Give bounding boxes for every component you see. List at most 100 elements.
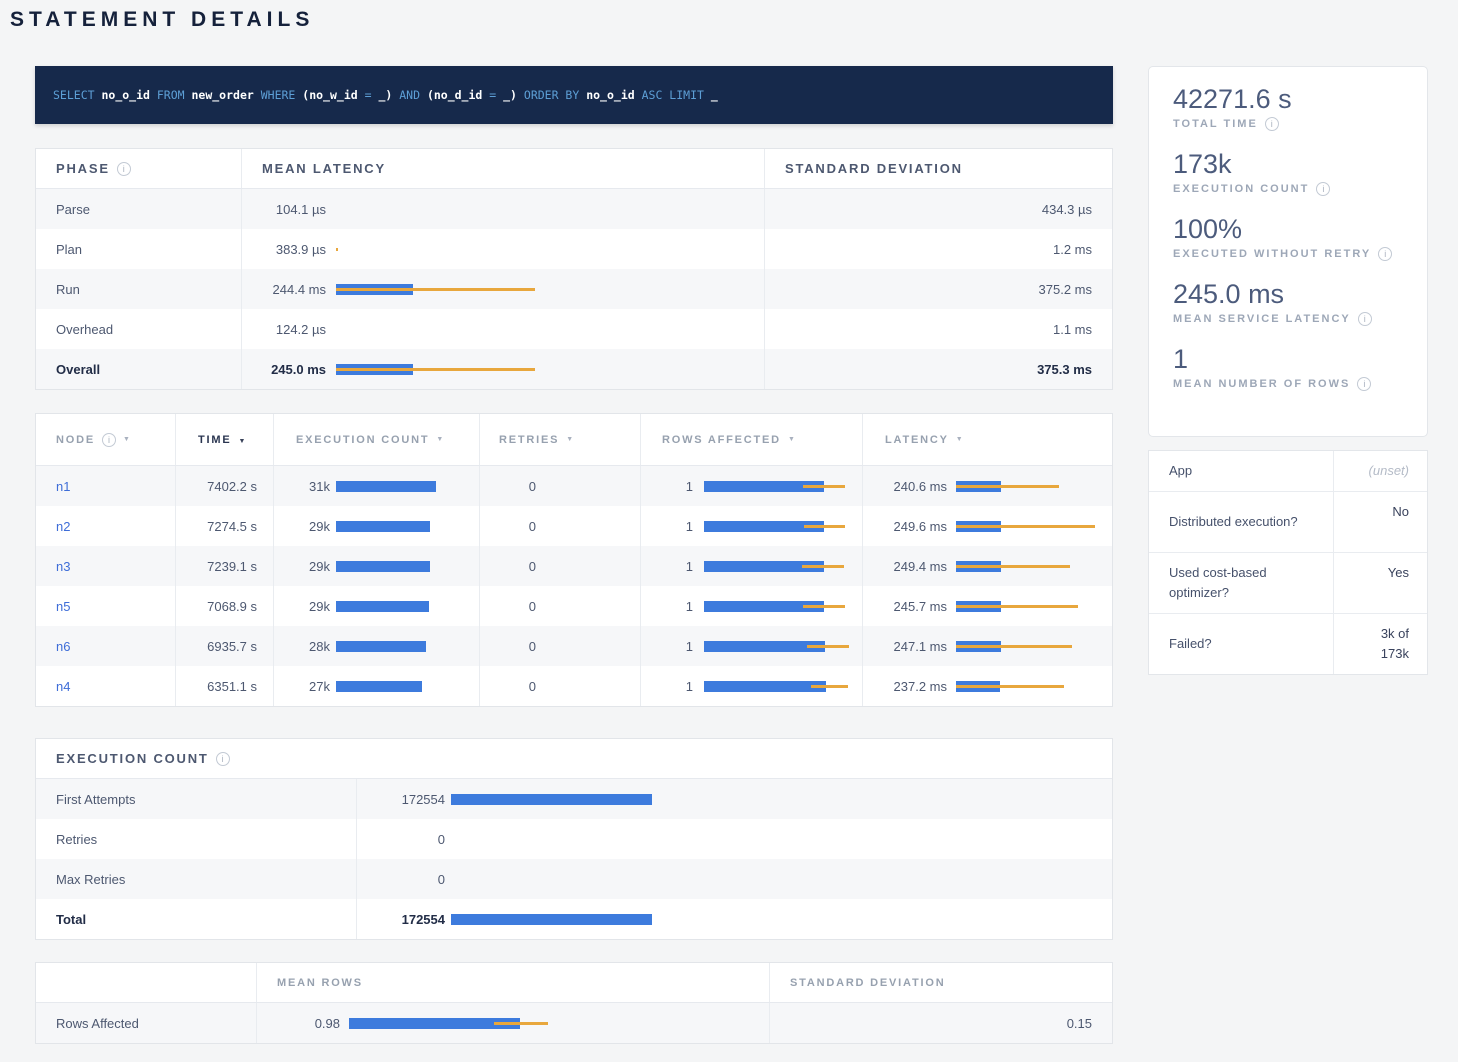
time-value: 6351.1 s (207, 679, 257, 694)
time-value: 7402.2 s (207, 479, 257, 494)
attribute-value: No (1392, 502, 1409, 522)
rows-affected-bar (704, 601, 862, 612)
exec-row-value: 172554 (357, 792, 445, 807)
node-header-cell[interactable]: NODE i ▼ (36, 414, 175, 465)
retries-value: 0 (480, 559, 536, 574)
info-icon[interactable]: i (117, 162, 131, 176)
attribute-row: App (unset) (1149, 451, 1427, 491)
latency-bar (956, 641, 1112, 652)
stat-mean-service-latency: 245.0 ms MEAN SERVICE LATENCYi (1173, 278, 1403, 326)
info-icon[interactable]: i (102, 433, 116, 447)
exec-row-value: 0 (357, 832, 445, 847)
execution-count-header-cell[interactable]: EXECUTION COUNT▼ (273, 414, 479, 465)
sql-identifier: new_order (191, 88, 260, 102)
node-header-label: NODE (36, 434, 95, 446)
node-link[interactable]: n3 (36, 559, 70, 574)
latency-header-cell[interactable]: LATENCY▼ (862, 414, 1112, 465)
node-link[interactable]: n1 (36, 479, 70, 494)
execution-count-bar (336, 481, 479, 492)
rows-affected-value: 1 (641, 679, 693, 694)
summary-stats-card: 42271.6 s TOTAL TIMEi 173k EXECUTION COU… (1148, 66, 1428, 437)
stat-total-time: 42271.6 s TOTAL TIMEi (1173, 83, 1403, 131)
stat-value: 1 (1173, 343, 1403, 375)
table-row: First Attempts 172554 (36, 779, 1112, 819)
exec-row-label: Max Retries (36, 872, 125, 887)
sql-statement-box: SELECT no_o_id FROM new_order WHERE (no_… (35, 66, 1113, 124)
attribute-value: 3k of 173k (1359, 624, 1409, 663)
sql-identifier: (no_d_id (427, 88, 489, 102)
execution-count-bar (336, 681, 479, 692)
execution-count-value: 29k (274, 559, 330, 574)
rows-affected-bar (704, 521, 862, 532)
node-link[interactable]: n5 (36, 599, 70, 614)
latency-bar (336, 204, 764, 215)
table-row: Overhead 124.2 µs 1.1 ms (36, 309, 1112, 349)
attribute-row: Used cost-based optimizer? Yes (1149, 552, 1427, 613)
sql-keyword: LIMIT (669, 88, 711, 102)
rows-affected-header-cell[interactable]: ROWS AFFECTED▼ (640, 414, 862, 465)
execution-count-title: EXECUTION COUNT (36, 751, 209, 766)
sort-arrow-icon: ▼ (436, 436, 443, 443)
rows-affected-header-label: ROWS AFFECTED (641, 434, 781, 446)
table-row: Run 244.4 ms 375.2 ms (36, 269, 1112, 309)
latency-value: 237.2 ms (863, 679, 947, 694)
retries-value: 0 (480, 639, 536, 654)
attribute-label: Used cost-based optimizer? (1149, 553, 1333, 613)
time-value: 7274.5 s (207, 519, 257, 534)
table-row: n3 7239.1 s 29k 0 1 249.4 ms (36, 546, 1112, 586)
info-icon[interactable]: i (1265, 117, 1279, 131)
time-value: 7239.1 s (207, 559, 257, 574)
std-dev-header-label: STANDARD DEVIATION (770, 977, 945, 989)
execution-count-table-header: EXECUTION COUNT i (36, 739, 1112, 779)
info-icon[interactable]: i (1378, 247, 1392, 261)
time-header-cell[interactable]: TIME▼ (175, 414, 273, 465)
std-dev-header-cell: STANDARD DEVIATION (769, 963, 1112, 1002)
execution-count-table: EXECUTION COUNT i First Attempts 172554 … (35, 738, 1113, 940)
mean-rows-header-label: MEAN ROWS (257, 977, 363, 989)
latency-bar (336, 284, 764, 295)
retries-header-label: RETRIES (480, 434, 559, 446)
time-header-label: TIME▼ (176, 434, 247, 446)
sort-arrow-icon: ▼ (123, 436, 130, 443)
sql-keyword: ORDER BY (524, 88, 586, 102)
node-link[interactable]: n6 (36, 639, 70, 654)
stat-label: TOTAL TIME (1173, 118, 1258, 130)
count-bar (451, 874, 1112, 885)
retries-header-cell[interactable]: RETRIES▼ (479, 414, 640, 465)
execution-count-value: 28k (274, 639, 330, 654)
info-icon[interactable]: i (1357, 377, 1371, 391)
stat-mean-number-of-rows: 1 MEAN NUMBER OF ROWSi (1173, 343, 1403, 391)
std-dev-value: 1.2 ms (1053, 242, 1092, 257)
rows-affected-bar (704, 641, 862, 652)
rows-affected-value: 1 (641, 559, 693, 574)
sql-keyword: FROM (157, 88, 192, 102)
stat-value: 100% (1173, 213, 1403, 245)
node-table-header: NODEi▼ TIME▼ EXECUTION COUNT▼ RETRIES▼ R… (36, 414, 1112, 466)
std-dev-value: 375.3 ms (1037, 362, 1092, 377)
latency-bar (336, 244, 764, 255)
std-dev-value: 1.1 ms (1053, 322, 1092, 337)
table-row-overall: Overall 245.0 ms 375.3 ms (36, 349, 1112, 389)
statement-details-page: STATEMENT DETAILS SELECT no_o_id FROM ne… (0, 0, 1458, 1062)
node-link[interactable]: n4 (36, 679, 70, 694)
exec-row-label: First Attempts (36, 792, 135, 807)
time-value: 6935.7 s (207, 639, 257, 654)
info-icon[interactable]: i (216, 752, 230, 766)
rows-affected-value: 1 (641, 479, 693, 494)
mean-latency-value: 244.4 ms (242, 282, 326, 297)
latency-header-label: LATENCY (863, 434, 949, 446)
latency-value: 249.6 ms (863, 519, 947, 534)
rows-affected-value: 1 (641, 519, 693, 534)
count-bar (451, 834, 1112, 845)
mean-latency-header-label: MEAN LATENCY (242, 161, 386, 176)
per-node-stats-table: NODEi▼ TIME▼ EXECUTION COUNT▼ RETRIES▼ R… (35, 413, 1113, 707)
sql-identifier: no_o_id (586, 88, 641, 102)
sql-identifier: _ (711, 88, 718, 102)
info-icon[interactable]: i (1316, 182, 1330, 196)
phase-label: Overall (36, 362, 100, 377)
std-dev-value: 0.15 (1067, 1016, 1092, 1031)
stat-execution-count: 173k EXECUTION COUNTi (1173, 148, 1403, 196)
info-icon[interactable]: i (1358, 312, 1372, 326)
node-link[interactable]: n2 (36, 519, 70, 534)
retries-value: 0 (480, 599, 536, 614)
